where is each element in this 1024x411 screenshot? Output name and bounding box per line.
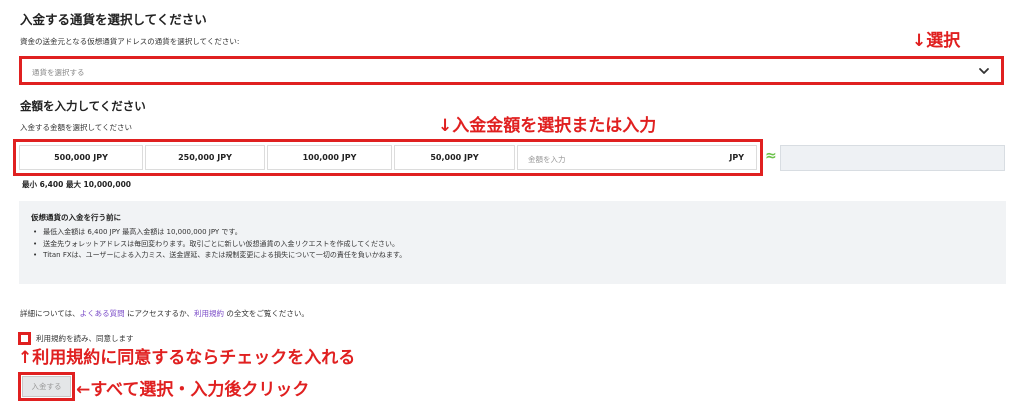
approx-icon: ≈ xyxy=(765,148,777,164)
annotation-amount: ↓入金金額を選択または入力 xyxy=(438,116,657,136)
amount-input-currency: JPY xyxy=(729,153,744,162)
deposit-button-highlight: 入金する xyxy=(18,372,75,401)
info-list: 最低入金額は 6,400 JPY 最高入金額は 10,000,000 JPY で… xyxy=(33,227,406,262)
info-title: 仮想通貨の入金を行う前に xyxy=(31,213,121,222)
amount-option-500000[interactable]: 500,000 JPY xyxy=(19,145,143,170)
amount-option-50000[interactable]: 50,000 JPY xyxy=(394,145,515,170)
chevron-down-icon xyxy=(979,68,989,74)
amount-option-250000[interactable]: 250,000 JPY xyxy=(145,145,265,170)
converted-amount-field xyxy=(780,145,1005,171)
amount-options: 500,000 JPY 250,000 JPY 100,000 JPY 50,0… xyxy=(13,139,763,176)
faq-link[interactable]: よくある質問 xyxy=(80,309,125,318)
info-box: 仮想通貨の入金を行う前に 最低入金額は 6,400 JPY 最高入金額は 10,… xyxy=(19,201,1006,284)
info-item: Titan FXは、ユーザーによる入力ミス、送金遅延、または規制変更による損失に… xyxy=(33,250,406,262)
deposit-button[interactable]: 入金する xyxy=(22,376,71,397)
amount-section-subtitle: 入金する金額を選択してください xyxy=(20,123,133,132)
deposit-limits: 最小 6,400 最大 10,000,000 xyxy=(22,180,132,189)
annotation-select: ↓選択 xyxy=(912,31,961,51)
amount-section-title: 金額を入力してください xyxy=(20,99,146,113)
amount-input-placeholder: 金額を入力 xyxy=(528,155,566,164)
details-suffix: の全文をご覧ください。 xyxy=(223,309,309,318)
currency-select-placeholder: 通貨を選択する xyxy=(32,68,85,77)
details-middle: にアクセスするか、 xyxy=(124,309,194,318)
annotation-agree: ↑利用規約に同意するならチェックを入れる xyxy=(18,348,356,368)
info-item: 最低入金額は 6,400 JPY 最高入金額は 10,000,000 JPY で… xyxy=(33,227,406,239)
currency-section-title: 入金する通貨を選択してください xyxy=(20,12,207,27)
details-text: 詳細については、よくある質問 にアクセスするか、利用規約 の全文をご覧ください。 xyxy=(20,308,309,319)
currency-section-subtitle: 資金の送金元となる仮想通貨アドレスの通貨を選択してください: xyxy=(20,37,240,46)
annotation-submit: ←すべて選択・入力後クリック xyxy=(76,380,310,400)
amount-option-100000[interactable]: 100,000 JPY xyxy=(267,145,392,170)
amount-input[interactable]: 金額を入力 JPY xyxy=(517,145,757,170)
terms-link[interactable]: 利用規約 xyxy=(194,309,224,318)
info-item: 送金先ウォレットアドレスは毎回変わります。取引ごとに新しい仮想通貨の入金リクエス… xyxy=(33,239,406,251)
currency-select[interactable]: 通貨を選択する xyxy=(19,56,1004,85)
details-prefix: 詳細については、 xyxy=(20,309,80,318)
